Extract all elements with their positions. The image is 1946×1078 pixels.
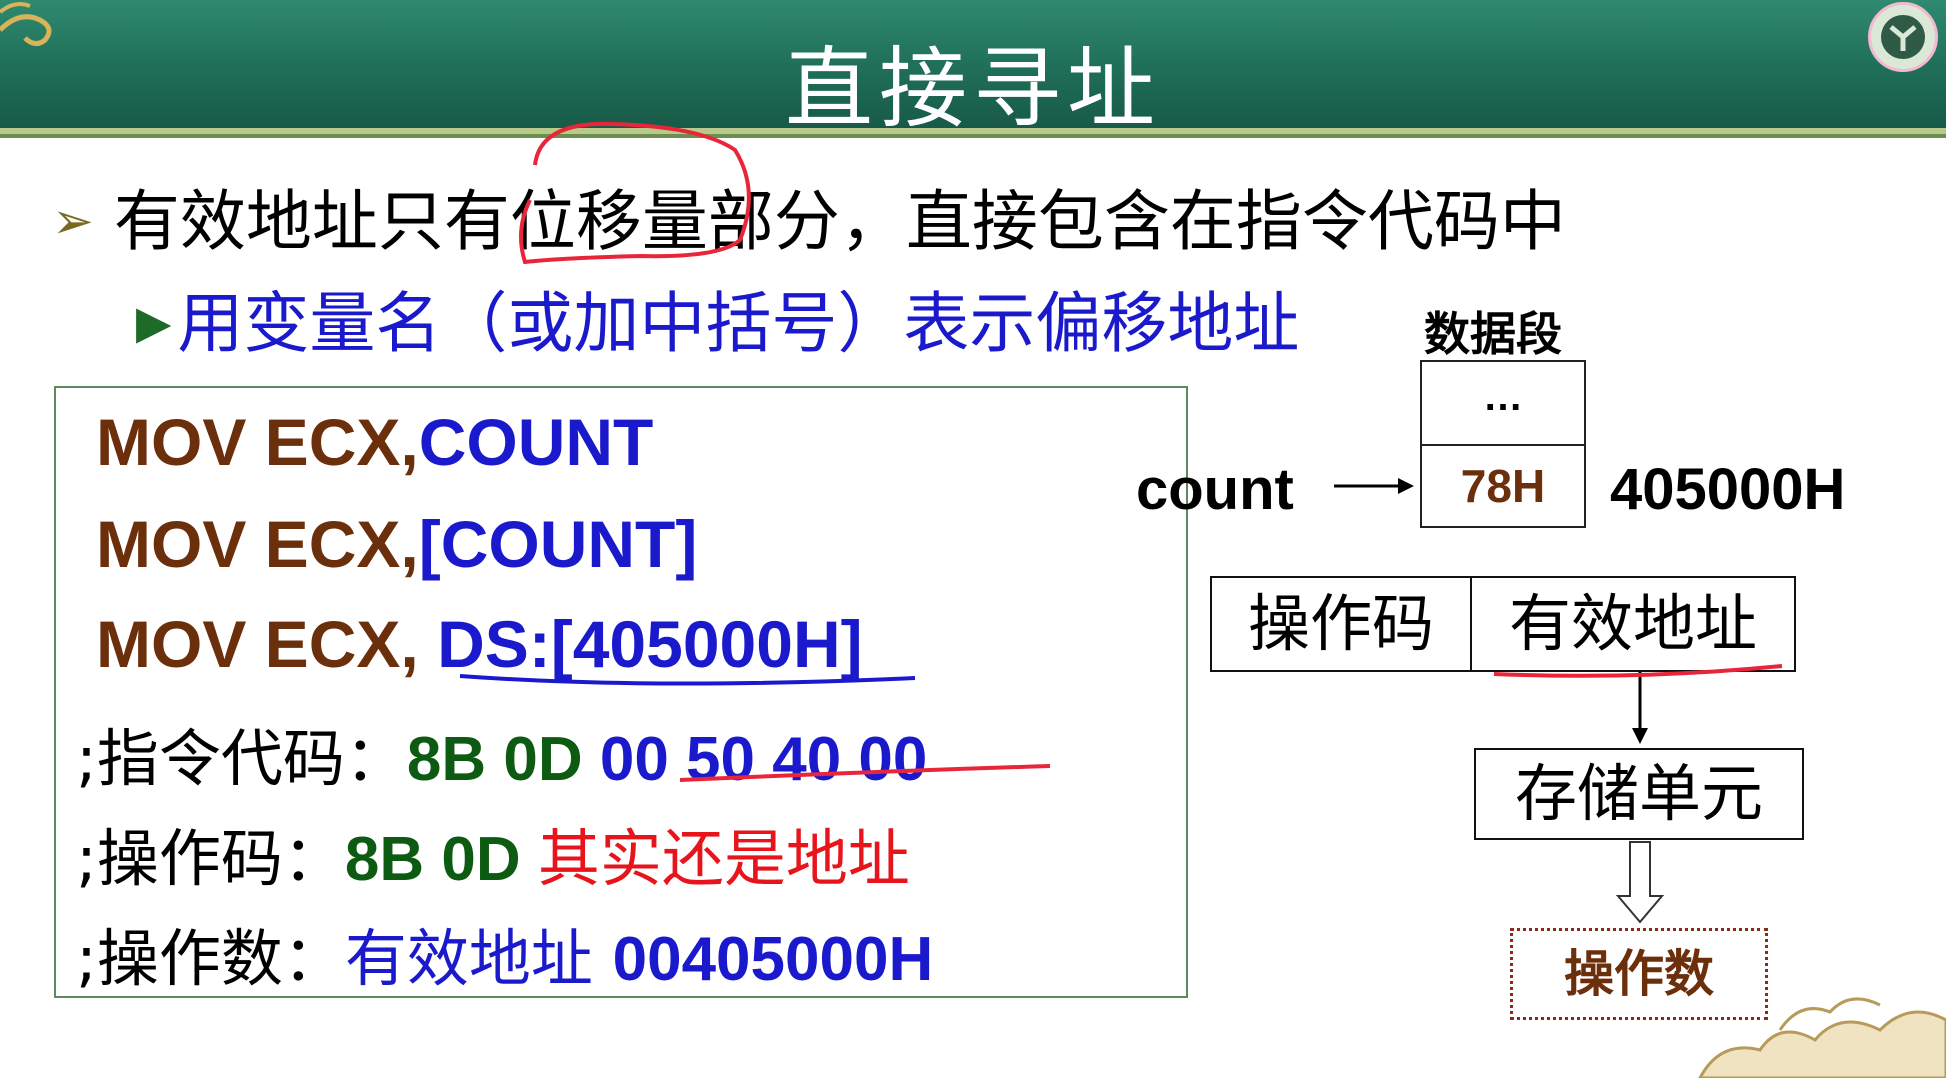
cloud-ornament-icon — [1698, 997, 1946, 1078]
hollow-arrow-down-icon — [1615, 841, 1665, 924]
red-underline-annotation — [679, 764, 1051, 782]
annotation-overlay — [459, 121, 1946, 1078]
red-circle-annotation — [519, 121, 751, 265]
arrow-down-icon — [1632, 672, 1648, 744]
arrow-right-icon — [1334, 478, 1414, 494]
blue-underline-annotation — [459, 674, 916, 686]
red-underline-ea-annotation — [1493, 664, 1783, 678]
